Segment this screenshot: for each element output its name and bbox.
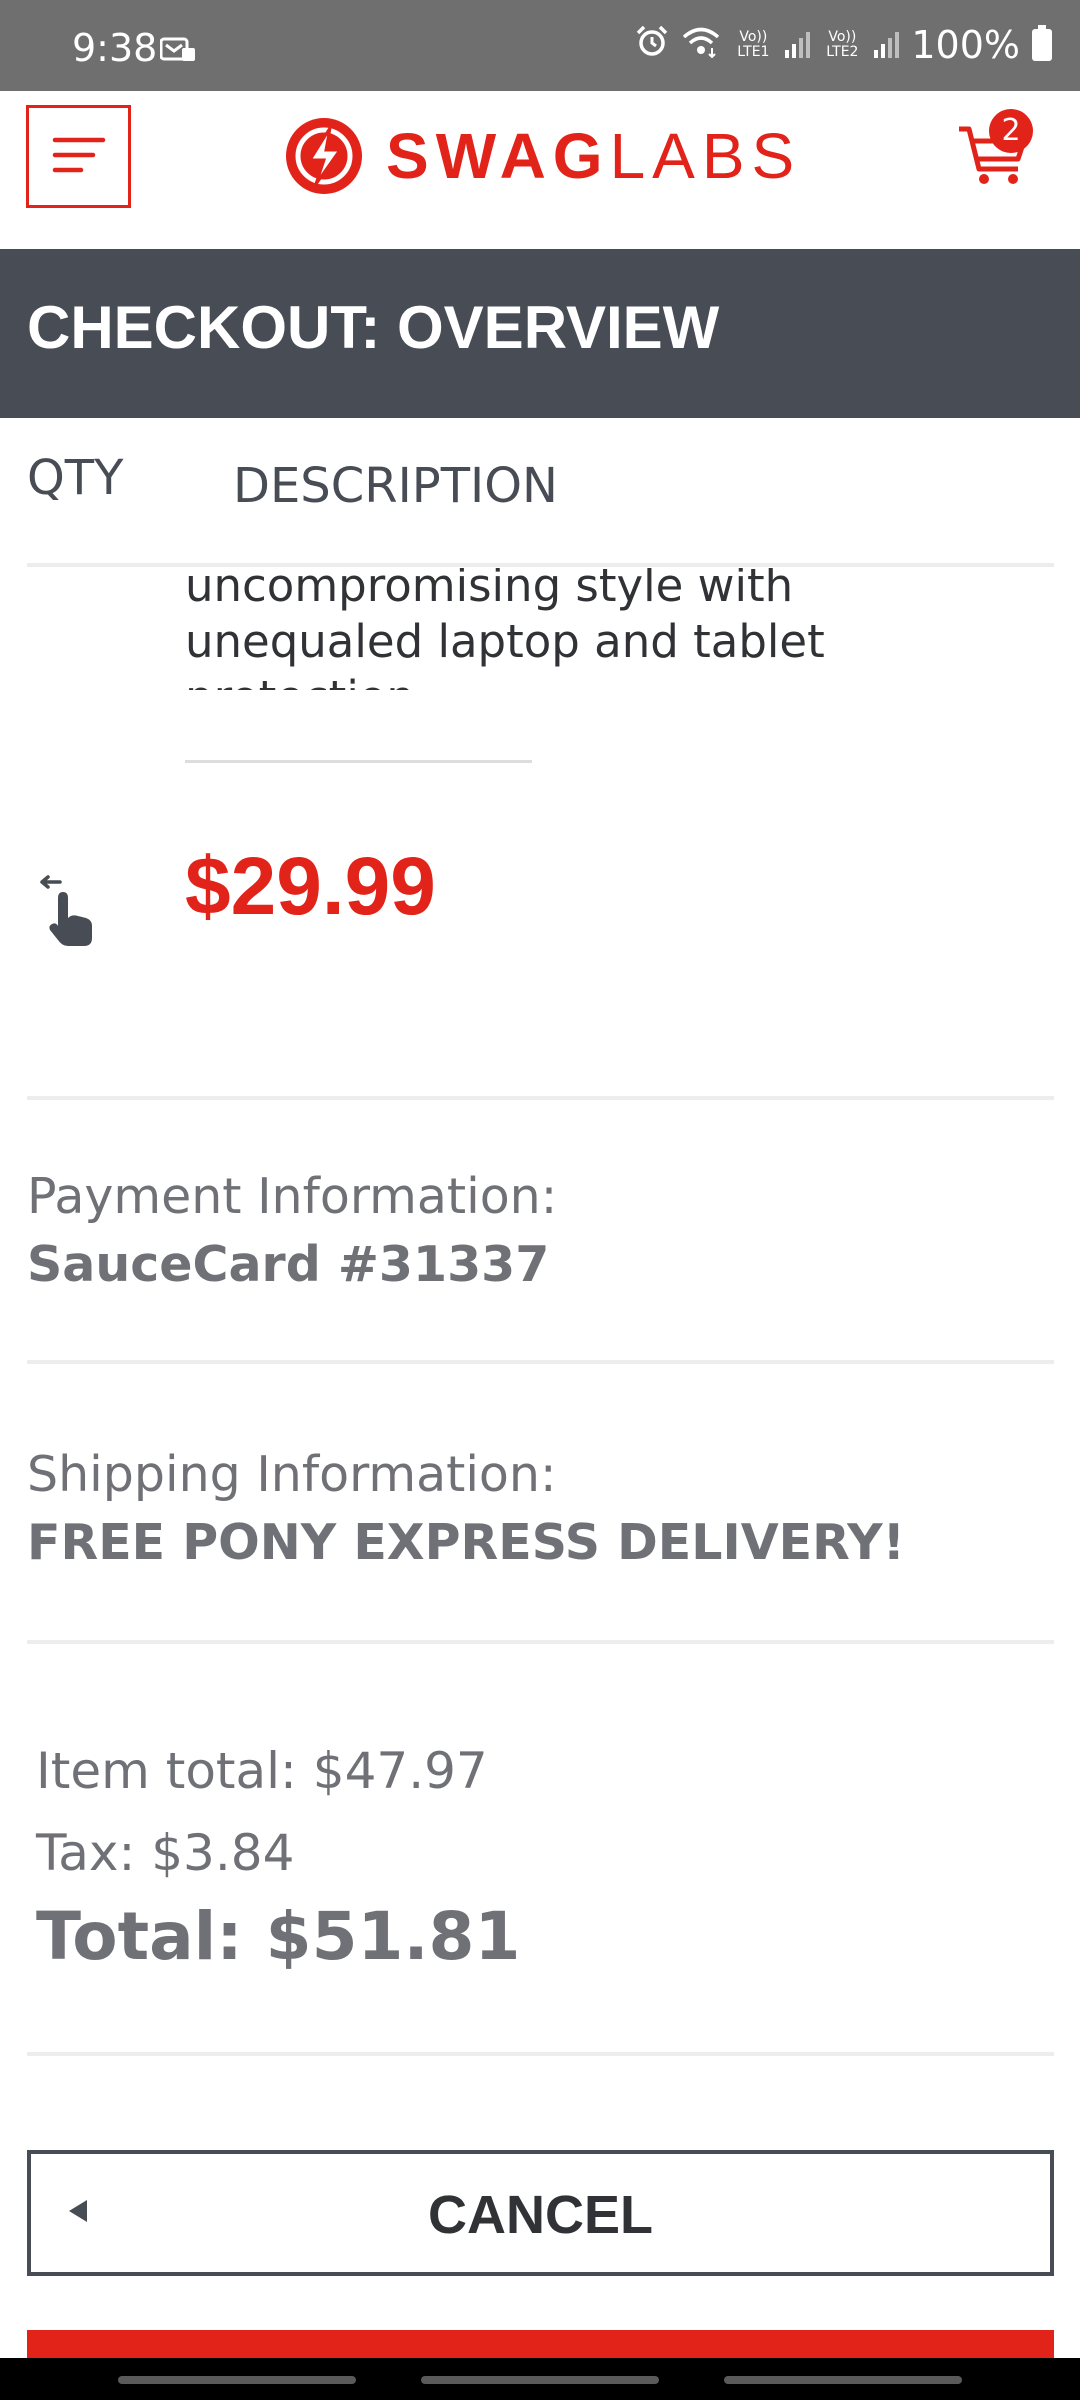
cancel-button[interactable]: CANCEL [27, 2150, 1054, 2276]
swipe-hand-icon[interactable] [36, 874, 98, 950]
logo-bolt-icon [284, 116, 364, 196]
sim1-label: Vo)) LTE1 [737, 29, 770, 60]
item-total: Item total: $47.97 [36, 1742, 488, 1800]
cart-badge: 2 [989, 109, 1033, 153]
menu-button[interactable] [26, 105, 131, 208]
order-total: Total: $51.81 [36, 1898, 521, 1975]
item-price: $29.99 [185, 841, 436, 932]
logo-text-bold: SWAG [386, 120, 610, 192]
payment-info-value: SauceCard #31337 [27, 1236, 550, 1293]
tax: Tax: $3.84 [36, 1824, 295, 1882]
status-bar: 9:38 Vo)) LTE1 Vo)) LTE2 100% [0, 0, 1080, 91]
divider [27, 563, 1054, 567]
page-title: CHECKOUT: OVERVIEW [27, 294, 720, 361]
status-time: 9:38 [72, 26, 158, 70]
nav-back-button[interactable] [724, 2376, 962, 2384]
item-description: uncompromising style with unequaled lapt… [185, 568, 825, 690]
logo-text-light: LABS [609, 120, 802, 192]
nav-recent-button[interactable] [118, 2376, 356, 2384]
description-header: DESCRIPTION [233, 458, 558, 514]
nav-home-button[interactable] [421, 2376, 659, 2384]
swag-labs-logo: SWAGLABS [284, 115, 801, 197]
divider [27, 1360, 1054, 1364]
payment-info-label: Payment Information: [27, 1168, 558, 1225]
logo-text: SWAGLABS [386, 119, 801, 193]
divider [27, 2052, 1054, 2056]
system-nav-bar [0, 2358, 1080, 2400]
title-bar: CHECKOUT: OVERVIEW [0, 249, 1080, 418]
sim2-label: Vo)) LTE2 [826, 29, 859, 60]
alarm-icon [635, 23, 669, 67]
app-header: SWAGLABS 2 [0, 91, 1080, 249]
cancel-button-label: CANCEL [428, 2185, 653, 2245]
shipping-info-label: Shipping Information: [27, 1446, 557, 1503]
qty-header: QTY [27, 450, 124, 506]
cart-button[interactable]: 2 [956, 109, 1036, 193]
divider [27, 1096, 1054, 1100]
item-description-viewport: uncompromising style with unequaled lapt… [0, 568, 1080, 690]
battery-percent: 100% [911, 23, 1020, 67]
cart-icon [956, 126, 1032, 193]
divider [27, 1640, 1054, 1644]
shipping-info-value: FREE PONY EXPRESS DELIVERY! [27, 1514, 906, 1571]
wifi-icon [681, 23, 721, 67]
status-icons: Vo)) LTE1 Vo)) LTE2 100% [635, 22, 1052, 68]
item-divider [185, 760, 532, 763]
signal-icon [785, 32, 811, 58]
menu-icon [51, 133, 107, 181]
battery-icon [1032, 25, 1052, 61]
signal-icon [874, 32, 900, 58]
notification-icon [159, 36, 196, 66]
